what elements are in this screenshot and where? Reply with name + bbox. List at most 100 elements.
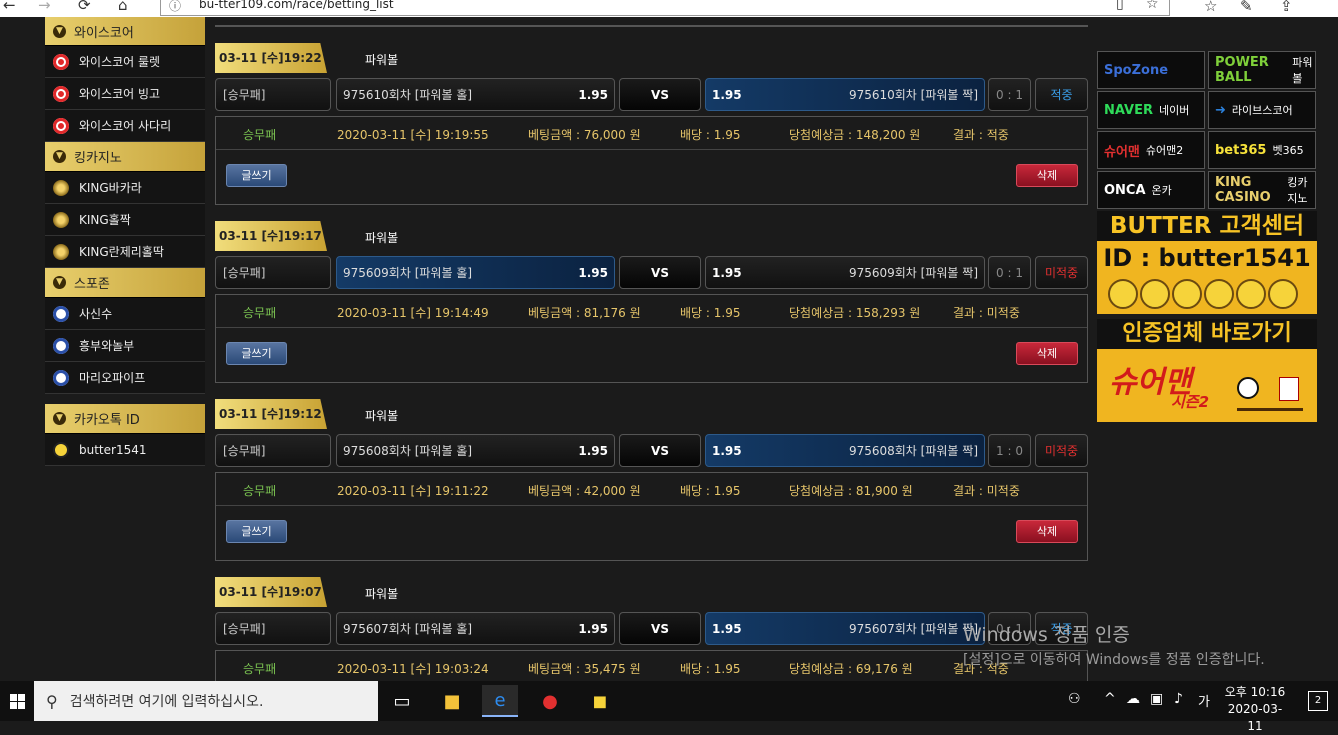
sidebar-item-wisescore-ladder[interactable]: 와이스코어 사다리 — [45, 110, 205, 142]
scale-illustration — [1237, 359, 1303, 411]
search-icon: ⚲ — [46, 691, 58, 711]
address-bar[interactable]: ⓘ bu-tter109.com/race/betting_list ▯ ☆ — [160, 0, 1170, 16]
detail-odds: 배당 : 1.95 — [680, 484, 741, 498]
sidebar-item-sasinsu[interactable]: 사신수 — [45, 298, 205, 330]
sidebar-item-king-lingerie[interactable]: KING란제리홀딱 — [45, 236, 205, 268]
chevron-up-icon[interactable]: ^ — [1104, 691, 1116, 707]
task-view-icon[interactable]: ▭ — [384, 685, 420, 717]
partner-link-0[interactable]: SpoZone — [1097, 51, 1205, 89]
partner-label: 파워볼 — [1292, 56, 1313, 85]
search-placeholder: 검색하려면 여기에 입력하십시오. — [69, 694, 264, 710]
sidebar-item-king-baccarat[interactable]: KING바카라 — [45, 172, 205, 204]
people-icon[interactable]: ⚇ — [1068, 691, 1081, 707]
chevron-down-icon: ▼ — [53, 150, 66, 163]
sidebar-head-spozone[interactable]: ▼ 스포존 — [45, 268, 205, 298]
detail-time: 2020-03-11 [수] 19:14:49 — [337, 306, 489, 320]
sidebar-item-label: 와이스코어 사다리 — [79, 119, 172, 133]
info-icon[interactable]: ⓘ — [169, 0, 181, 14]
network-icon[interactable]: ▣ — [1150, 691, 1163, 707]
kakaotalk-taskbar-icon[interactable]: ◼ — [582, 685, 618, 717]
favorite-star-icon[interactable]: ☆ — [1146, 0, 1159, 12]
partner-link-1[interactable]: POWER BALL 파워볼 — [1208, 51, 1316, 89]
certified-site-banner[interactable]: 인증업체 바로가기 슈어맨 시즌2 — [1097, 319, 1317, 422]
favorites-icon[interactable]: ☆ — [1204, 0, 1217, 15]
sidebar-item-mario-pipe[interactable]: 마리오파이프 — [45, 362, 205, 394]
sidebar-item-heungbu[interactable]: 흥부와놀부 — [45, 330, 205, 362]
delete-button[interactable]: 삭제 — [1016, 520, 1078, 543]
sidebar-item-label: 와이스코어 룰렛 — [79, 55, 161, 69]
detail-result: 결과 : 적중 — [953, 128, 1009, 142]
taskbar-clock[interactable]: 오후 10:16 2020-03-11 — [1222, 684, 1288, 735]
notification-icon[interactable]: 2 — [1308, 691, 1328, 711]
away-pick-cell[interactable]: 1.95 975608회차 [파워볼 짝] — [705, 434, 985, 467]
edge-browser-icon[interactable]: e — [482, 685, 518, 717]
detail-time: 2020-03-11 [수] 19:11:22 — [337, 484, 489, 498]
partner-label: 네이버 — [1159, 104, 1190, 117]
partner-link-2[interactable]: NAVER 네이버 — [1097, 91, 1205, 129]
clock-date: 2020-03-11 — [1227, 702, 1283, 733]
away-pick-cell[interactable]: 1.95 975609회차 [파워볼 짝] — [705, 256, 985, 289]
share-icon[interactable]: ⇪ — [1280, 0, 1293, 15]
result-cell: 미적중 — [1035, 256, 1088, 289]
back-icon[interactable]: ← — [3, 0, 16, 14]
file-explorer-icon[interactable]: ■ — [434, 685, 470, 717]
butter-support-banner[interactable]: BUTTER 고객센터 ID : butter1541 — [1097, 211, 1317, 314]
home-pick-name: 975607회차 [파워볼 홀] — [343, 622, 473, 636]
partner-link-7[interactable]: KING CASINO 킹카지노 — [1208, 171, 1316, 209]
kakaotalk-icon — [53, 441, 69, 458]
king-icon — [53, 179, 69, 196]
url-text[interactable]: bu-tter109.com/race/betting_list — [199, 0, 394, 11]
sidebar-item-label: 사신수 — [79, 307, 113, 321]
wisescore-icon — [53, 85, 69, 102]
sidebar-item-kakao-id[interactable]: butter1541 — [45, 434, 205, 466]
refresh-icon[interactable]: ⟳ — [78, 0, 91, 14]
delete-button[interactable]: 삭제 — [1016, 164, 1078, 187]
sidebar-head-kakaotalk[interactable]: ▼ 카카오톡 ID — [45, 404, 205, 434]
start-button[interactable] — [0, 681, 34, 721]
sidebar-head-label: 와이스코어 — [74, 25, 134, 41]
partner-logo: NAVER — [1104, 102, 1154, 118]
sidebar-head-label: 킹카지노 — [74, 151, 122, 166]
home-pick-cell[interactable]: 975609회차 [파워볼 홀] 1.95 — [336, 256, 615, 289]
reading-view-icon[interactable]: ▯ — [1116, 0, 1124, 12]
home-pick-cell[interactable]: 975607회차 [파워볼 홀] 1.95 — [336, 612, 615, 645]
away-pick-cell[interactable]: 1.95 975607회차 [파워볼 짝] — [705, 612, 985, 645]
app-icon[interactable]: ● — [532, 685, 568, 717]
watermark-title: Windows 정품 인증 — [963, 624, 1130, 646]
sidebar-head-wisescore[interactable]: ▼ 와이스코어 — [45, 17, 205, 46]
home-pick-cell[interactable]: 975608회차 [파워볼 홀] 1.95 — [336, 434, 615, 467]
forward-icon[interactable]: → — [38, 0, 51, 14]
sidebar-head-kingcasino[interactable]: ▼ 킹카지노 — [45, 142, 205, 172]
spozone-icon — [53, 337, 69, 354]
partner-link-4[interactable]: 슈어맨 슈어맨2 — [1097, 131, 1205, 169]
bet-date-tab: 03-11 [수]19:17 — [215, 221, 327, 251]
divider — [215, 25, 1088, 27]
home-pick-cell[interactable]: 975610회차 [파워볼 홀] 1.95 — [336, 78, 615, 111]
pen-icon[interactable]: ✎ — [1240, 0, 1253, 15]
detail-expected-win: 당첨예상금 : 81,900 원 — [789, 484, 913, 498]
ime-icon[interactable]: 가 — [1198, 691, 1210, 710]
detail-expected-win: 당첨예상금 : 148,200 원 — [789, 128, 921, 142]
away-pick-cell[interactable]: 1.95 975610회차 [파워볼 짝] — [705, 78, 985, 111]
partner-link-3[interactable]: ➜ 라이브스코어 — [1208, 91, 1316, 129]
volume-icon[interactable]: ♪ — [1174, 691, 1183, 707]
partner-link-5[interactable]: bet365 벳365 — [1208, 131, 1316, 169]
divider — [216, 149, 1087, 150]
home-odds: 1.95 — [578, 265, 608, 280]
home-icon[interactable]: ⌂ — [118, 0, 128, 14]
detail-amount: 베팅금액 : 42,000 원 — [528, 484, 641, 498]
partner-logo: 슈어맨 — [1104, 144, 1140, 160]
taskbar-search-box[interactable]: ⚲ 검색하려면 여기에 입력하십시오. — [34, 681, 378, 721]
delete-button[interactable]: 삭제 — [1016, 342, 1078, 365]
sidebar-item-king-holjjak[interactable]: KING홀짝 — [45, 204, 205, 236]
write-button[interactable]: 글쓰기 — [226, 164, 287, 187]
sidebar-item-wisescore-bingo[interactable]: 와이스코어 빙고 — [45, 78, 205, 110]
write-button[interactable]: 글쓰기 — [226, 520, 287, 543]
sidebar-head-label: 스포존 — [74, 277, 110, 292]
sidebar-item-wisescore-roulette[interactable]: 와이스코어 룰렛 — [45, 46, 205, 78]
onedrive-icon[interactable]: ☁ — [1126, 691, 1140, 707]
partner-link-6[interactable]: ONCA 온카 — [1097, 171, 1205, 209]
partner-logo: ➜ — [1215, 102, 1226, 118]
bet-type-cell: [승무패] — [215, 78, 331, 111]
write-button[interactable]: 글쓰기 — [226, 342, 287, 365]
